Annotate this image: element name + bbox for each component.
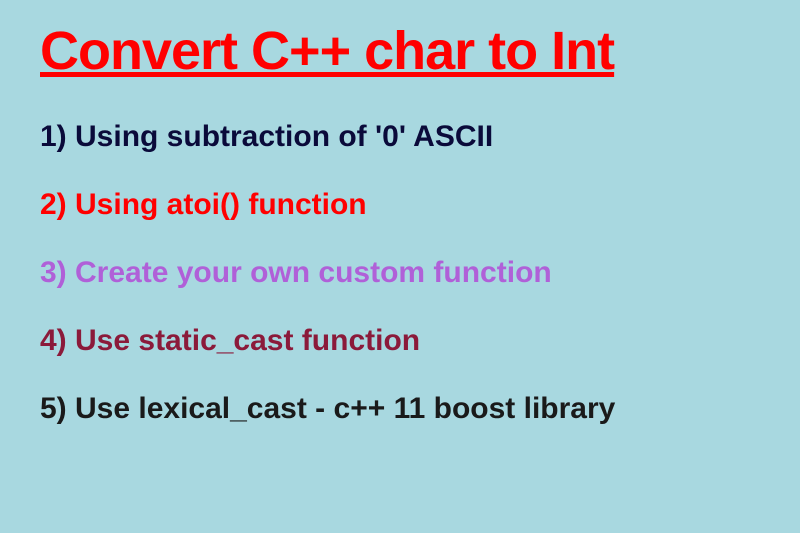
method-list: 1) Using subtraction of '0' ASCII 2) Usi… [40,120,760,426]
page-title: Convert C++ char to Int [40,20,760,82]
list-item: 2) Using atoi() function [40,188,760,222]
list-item: 3) Create your own custom function [40,256,760,290]
list-item: 5) Use lexical_cast - c++ 11 boost libra… [40,392,760,426]
list-item: 4) Use static_cast function [40,324,760,358]
list-item: 1) Using subtraction of '0' ASCII [40,120,760,154]
